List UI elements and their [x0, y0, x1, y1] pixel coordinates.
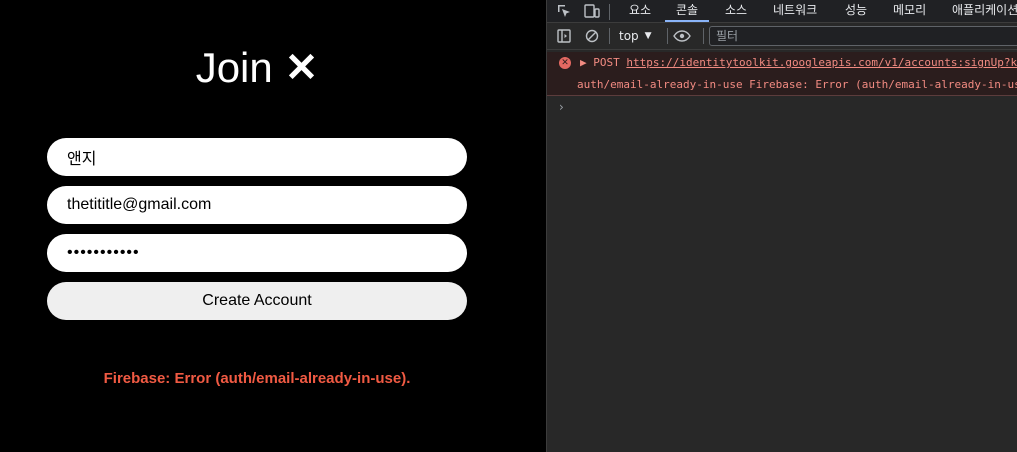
caret-down-icon: ▼	[644, 31, 652, 41]
eye-icon[interactable]	[673, 27, 691, 45]
tab-performance[interactable]: 성능	[845, 0, 867, 22]
tab-application[interactable]: 애플리케이션	[952, 0, 1017, 22]
console-prompt[interactable]: ›	[559, 100, 564, 114]
clear-console-icon[interactable]	[583, 27, 601, 45]
title-text: Join	[195, 44, 273, 91]
tab-sources[interactable]: 소스	[725, 0, 747, 22]
toolbar-divider-3	[703, 28, 704, 44]
toolbar-divider-2	[667, 28, 668, 44]
create-account-button[interactable]: Create Account	[47, 282, 467, 320]
console-toolbar: top ▼ 필터	[547, 23, 1017, 50]
error-detail: auth/email-already-in-use Firebase: Erro…	[577, 78, 1017, 91]
tab-console[interactable]: 콘솔	[665, 0, 710, 22]
password-input[interactable]	[47, 234, 467, 272]
expand-triangle-icon[interactable]: ▶	[580, 56, 587, 69]
error-message: Firebase: Error (auth/email-already-in-u…	[103, 370, 411, 387]
name-input[interactable]	[47, 138, 467, 176]
sidebar-toggle-icon[interactable]	[555, 27, 573, 45]
request-url-link[interactable]: https://identitytoolkit.googleapis.com/v…	[626, 56, 1017, 69]
tab-network[interactable]: 네트워크	[773, 0, 817, 22]
error-icon: ✕	[559, 57, 571, 69]
context-selector[interactable]: top ▼	[619, 27, 652, 45]
device-toolbar-icon[interactable]	[583, 2, 601, 20]
devtools-tabbar: 요소 콘솔 소스 네트워크 성능 메모리 애플리케이션	[547, 0, 1017, 23]
console-error-entry: ✕ ▶ POST https://identitytoolkit.googlea…	[547, 52, 1017, 96]
tab-memory[interactable]: 메모리	[893, 0, 926, 22]
tabbar-divider	[609, 4, 610, 20]
context-label: top	[619, 29, 639, 43]
request-method: POST	[593, 56, 620, 69]
toolbar-divider	[609, 28, 610, 44]
filter-input[interactable]: 필터	[709, 26, 1017, 46]
request-line: ▶ POST https://identitytoolkit.googleapi…	[580, 56, 1017, 69]
tab-elements[interactable]: 요소	[629, 0, 651, 22]
email-input[interactable]	[47, 186, 467, 224]
devtools-panel: 요소 콘솔 소스 네트워크 성능 메모리 애플리케이션 top ▼ 필터 ✕ ▶…	[546, 0, 1017, 452]
page-title: Join ✕	[0, 44, 514, 92]
join-app: Join ✕ Create Account Firebase: Error (a…	[0, 0, 546, 452]
close-icon[interactable]: ✕	[285, 45, 319, 91]
inspect-element-icon[interactable]	[555, 2, 573, 20]
